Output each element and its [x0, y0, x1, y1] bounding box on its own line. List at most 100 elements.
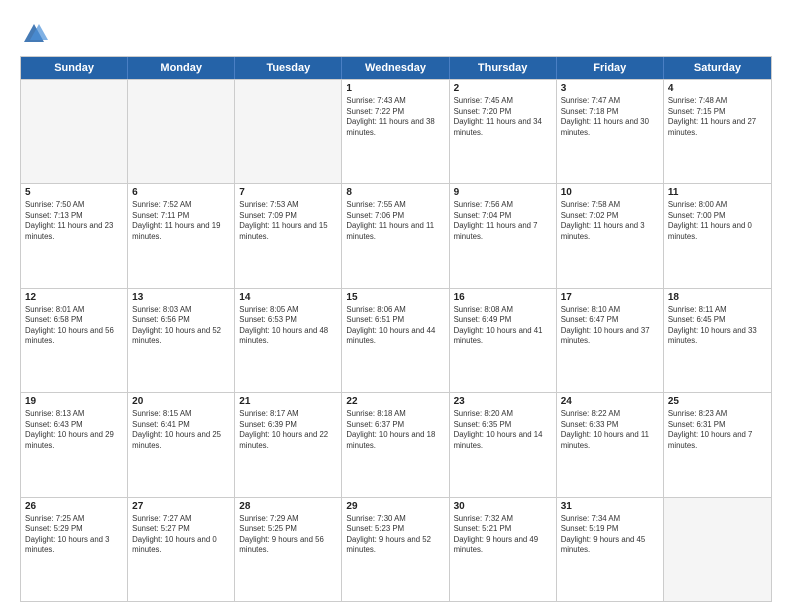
day-number: 29 — [346, 501, 444, 512]
day-detail: Sunrise: 8:05 AMSunset: 6:53 PMDaylight:… — [239, 305, 337, 347]
day-number: 16 — [454, 292, 552, 303]
day-detail: Sunrise: 7:50 AMSunset: 7:13 PMDaylight:… — [25, 200, 123, 242]
day-number: 15 — [346, 292, 444, 303]
day-number: 1 — [346, 83, 444, 94]
day-detail: Sunrise: 8:11 AMSunset: 6:45 PMDaylight:… — [668, 305, 767, 347]
calendar-header-monday: Monday — [128, 57, 235, 79]
calendar-cell: 2 Sunrise: 7:45 AMSunset: 7:20 PMDaylight… — [450, 80, 557, 183]
calendar-cell — [664, 498, 771, 601]
calendar-header-saturday: Saturday — [664, 57, 771, 79]
calendar-header-friday: Friday — [557, 57, 664, 79]
day-number: 20 — [132, 396, 230, 407]
day-detail: Sunrise: 8:15 AMSunset: 6:41 PMDaylight:… — [132, 409, 230, 451]
day-detail: Sunrise: 7:53 AMSunset: 7:09 PMDaylight:… — [239, 200, 337, 242]
calendar-cell: 11 Sunrise: 8:00 AMSunset: 7:00 PMDayligh… — [664, 184, 771, 287]
day-number: 14 — [239, 292, 337, 303]
day-detail: Sunrise: 7:48 AMSunset: 7:15 PMDaylight:… — [668, 96, 767, 138]
day-number: 12 — [25, 292, 123, 303]
logo-icon — [20, 20, 48, 48]
calendar-cell: 7 Sunrise: 7:53 AMSunset: 7:09 PMDaylight… — [235, 184, 342, 287]
day-number: 11 — [668, 187, 767, 198]
calendar-body: 1 Sunrise: 7:43 AMSunset: 7:22 PMDaylight… — [21, 79, 771, 601]
day-number: 27 — [132, 501, 230, 512]
day-number: 8 — [346, 187, 444, 198]
day-number: 22 — [346, 396, 444, 407]
day-detail: Sunrise: 8:20 AMSunset: 6:35 PMDaylight:… — [454, 409, 552, 451]
calendar-cell: 27 Sunrise: 7:27 AMSunset: 5:27 PMDayligh… — [128, 498, 235, 601]
day-detail: Sunrise: 7:45 AMSunset: 7:20 PMDaylight:… — [454, 96, 552, 138]
day-detail: Sunrise: 8:01 AMSunset: 6:58 PMDaylight:… — [25, 305, 123, 347]
day-number: 2 — [454, 83, 552, 94]
calendar-header-thursday: Thursday — [450, 57, 557, 79]
day-detail: Sunrise: 7:25 AMSunset: 5:29 PMDaylight:… — [25, 514, 123, 556]
calendar-cell: 5Sunrise: 7:50 AMSunset: 7:13 PMDaylight… — [21, 184, 128, 287]
calendar-header-wednesday: Wednesday — [342, 57, 449, 79]
calendar-cell: 14 Sunrise: 8:05 AMSunset: 6:53 PMDayligh… — [235, 289, 342, 392]
day-detail: Sunrise: 7:55 AMSunset: 7:06 PMDaylight:… — [346, 200, 444, 242]
calendar-week-3: 12 Sunrise: 8:01 AMSunset: 6:58 PMDayligh… — [21, 288, 771, 392]
calendar-cell: 18 Sunrise: 8:11 AMSunset: 6:45 PMDayligh… — [664, 289, 771, 392]
calendar-week-1: 1 Sunrise: 7:43 AMSunset: 7:22 PMDaylight… — [21, 79, 771, 183]
calendar-cell: 8 Sunrise: 7:55 AMSunset: 7:06 PMDaylight… — [342, 184, 449, 287]
calendar-cell: 15 Sunrise: 8:06 AMSunset: 6:51 PMDayligh… — [342, 289, 449, 392]
calendar-cell: 31 Sunrise: 7:34 AMSunset: 5:19 PMDayligh… — [557, 498, 664, 601]
calendar-cell: 4 Sunrise: 7:48 AMSunset: 7:15 PMDaylight… — [664, 80, 771, 183]
day-number: 18 — [668, 292, 767, 303]
day-detail: Sunrise: 7:30 AMSunset: 5:23 PMDaylight:… — [346, 514, 444, 556]
day-detail: Sunrise: 7:56 AMSunset: 7:04 PMDaylight:… — [454, 200, 552, 242]
day-detail: Sunrise: 7:52 AMSunset: 7:11 PMDaylight:… — [132, 200, 230, 242]
calendar-cell: 20 Sunrise: 8:15 AMSunset: 6:41 PMDayligh… — [128, 393, 235, 496]
day-detail: Sunrise: 8:13 AMSunset: 6:43 PMDaylight:… — [25, 409, 123, 451]
day-number: 24 — [561, 396, 659, 407]
day-number: 19 — [25, 396, 123, 407]
day-number: 31 — [561, 501, 659, 512]
day-number: 23 — [454, 396, 552, 407]
day-detail: Sunrise: 8:23 AMSunset: 6:31 PMDaylight:… — [668, 409, 767, 451]
logo — [20, 20, 52, 48]
calendar-cell: 30Sunrise: 7:32 AMSunset: 5:21 PMDayligh… — [450, 498, 557, 601]
day-number: 7 — [239, 187, 337, 198]
day-detail: Sunrise: 8:00 AMSunset: 7:00 PMDaylight:… — [668, 200, 767, 242]
day-number: 26 — [25, 501, 123, 512]
day-detail: Sunrise: 8:18 AMSunset: 6:37 PMDaylight:… — [346, 409, 444, 451]
day-number: 28 — [239, 501, 337, 512]
calendar-cell — [235, 80, 342, 183]
header — [20, 16, 772, 48]
calendar-cell: 13Sunrise: 8:03 AMSunset: 6:56 PMDayligh… — [128, 289, 235, 392]
calendar-cell: 28 Sunrise: 7:29 AMSunset: 5:25 PMDayligh… — [235, 498, 342, 601]
day-detail: Sunrise: 7:58 AMSunset: 7:02 PMDaylight:… — [561, 200, 659, 242]
calendar-cell: 23 Sunrise: 8:20 AMSunset: 6:35 PMDayligh… — [450, 393, 557, 496]
day-detail: Sunrise: 8:10 AMSunset: 6:47 PMDaylight:… — [561, 305, 659, 347]
day-number: 4 — [668, 83, 767, 94]
day-detail: Sunrise: 7:29 AMSunset: 5:25 PMDaylight:… — [239, 514, 337, 556]
calendar-week-5: 26 Sunrise: 7:25 AMSunset: 5:29 PMDayligh… — [21, 497, 771, 601]
day-number: 17 — [561, 292, 659, 303]
calendar-cell: 19 Sunrise: 8:13 AMSunset: 6:43 PMDayligh… — [21, 393, 128, 496]
calendar-cell: 3Sunrise: 7:47 AMSunset: 7:18 PMDaylight… — [557, 80, 664, 183]
calendar-cell: 9 Sunrise: 7:56 AMSunset: 7:04 PMDaylight… — [450, 184, 557, 287]
day-detail: Sunrise: 7:34 AMSunset: 5:19 PMDaylight:… — [561, 514, 659, 556]
calendar-cell: 17 Sunrise: 8:10 AMSunset: 6:47 PMDayligh… — [557, 289, 664, 392]
page: SundayMondayTuesdayWednesdayThursdayFrid… — [0, 0, 792, 612]
calendar-week-4: 19 Sunrise: 8:13 AMSunset: 6:43 PMDayligh… — [21, 392, 771, 496]
day-detail: Sunrise: 8:06 AMSunset: 6:51 PMDaylight:… — [346, 305, 444, 347]
calendar-header-sunday: Sunday — [21, 57, 128, 79]
day-detail: Sunrise: 7:27 AMSunset: 5:27 PMDaylight:… — [132, 514, 230, 556]
day-detail: Sunrise: 7:43 AMSunset: 7:22 PMDaylight:… — [346, 96, 444, 138]
day-detail: Sunrise: 8:22 AMSunset: 6:33 PMDaylight:… — [561, 409, 659, 451]
calendar-cell: 1 Sunrise: 7:43 AMSunset: 7:22 PMDaylight… — [342, 80, 449, 183]
calendar-header-tuesday: Tuesday — [235, 57, 342, 79]
day-number: 10 — [561, 187, 659, 198]
calendar-cell: 10 Sunrise: 7:58 AMSunset: 7:02 PMDayligh… — [557, 184, 664, 287]
calendar-cell: 16Sunrise: 8:08 AMSunset: 6:49 PMDayligh… — [450, 289, 557, 392]
day-detail: Sunrise: 8:03 AMSunset: 6:56 PMDaylight:… — [132, 305, 230, 347]
day-detail: Sunrise: 8:17 AMSunset: 6:39 PMDaylight:… — [239, 409, 337, 451]
calendar-cell: 24 Sunrise: 8:22 AMSunset: 6:33 PMDayligh… — [557, 393, 664, 496]
calendar-cell — [128, 80, 235, 183]
calendar-cell — [21, 80, 128, 183]
day-number: 21 — [239, 396, 337, 407]
day-number: 9 — [454, 187, 552, 198]
day-detail: Sunrise: 7:47 AMSunset: 7:18 PMDaylight:… — [561, 96, 659, 138]
calendar-week-2: 5Sunrise: 7:50 AMSunset: 7:13 PMDaylight… — [21, 183, 771, 287]
calendar-cell: 29 Sunrise: 7:30 AMSunset: 5:23 PMDayligh… — [342, 498, 449, 601]
